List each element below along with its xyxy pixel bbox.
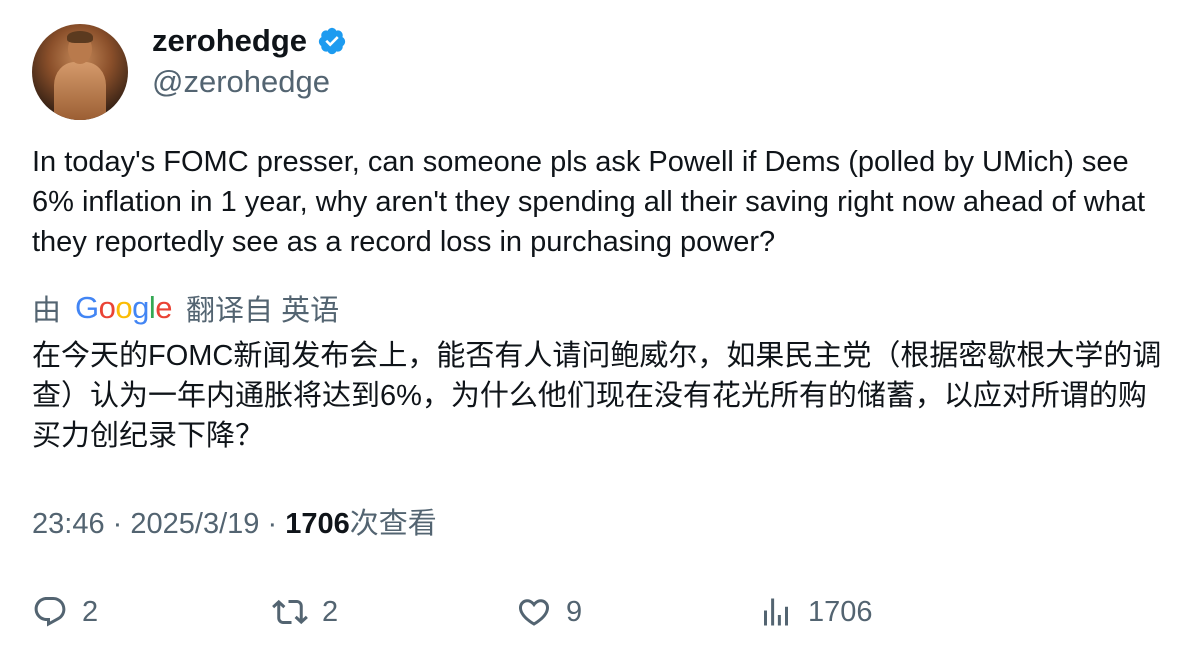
google-logo-letter: o bbox=[98, 290, 116, 325]
translated-text: 在今天的FOMC新闻发布会上，能否有人请问鲍威尔，如果民主党（根据密歇根大学的调… bbox=[32, 340, 1162, 452]
display-name[interactable]: zerohedge bbox=[152, 22, 307, 60]
reply-button[interactable]: 2 bbox=[32, 590, 98, 634]
tweet-meta: 23:46 · 2025/3/19 · 1706次查看 bbox=[32, 505, 437, 543]
heart-icon bbox=[518, 599, 550, 626]
meta-separator: · bbox=[112, 508, 123, 540]
tweet-date[interactable]: 2025/3/19 bbox=[130, 508, 259, 540]
retweet-icon bbox=[272, 599, 308, 625]
meta-separator: · bbox=[267, 508, 278, 540]
google-logo-letter: o bbox=[115, 290, 133, 325]
tweet-text: In today's FOMC presser, can someone pls… bbox=[32, 146, 1146, 258]
views-action-count: 1706 bbox=[808, 595, 873, 628]
verified-badge-icon bbox=[318, 27, 346, 55]
like-button[interactable]: 9 bbox=[516, 590, 582, 634]
views-count: 1706 bbox=[285, 508, 350, 540]
views-label: 次查看 bbox=[349, 508, 437, 540]
google-logo: Google bbox=[75, 290, 173, 326]
display-name-row[interactable]: zerohedge bbox=[152, 22, 347, 60]
reply-count: 2 bbox=[82, 595, 99, 628]
avatar-figure bbox=[54, 62, 106, 120]
google-logo-letter: G bbox=[75, 290, 99, 325]
views-button[interactable]: 1706 bbox=[758, 590, 873, 634]
translated-by-label: 由 bbox=[32, 295, 62, 327]
avatar[interactable] bbox=[32, 24, 128, 120]
tweet-time[interactable]: 23:46 bbox=[32, 508, 105, 540]
google-logo-letter: e bbox=[155, 290, 173, 325]
analytics-icon bbox=[764, 598, 788, 626]
translation-attribution: 由 Google 翻译自 英语 bbox=[32, 288, 339, 328]
translated-from-label: 翻译自 英语 bbox=[186, 295, 340, 327]
google-logo-letter: g bbox=[132, 290, 149, 325]
avatar-hair bbox=[67, 31, 93, 43]
like-count: 9 bbox=[566, 595, 583, 628]
action-bar: 2 2 9 1706 bbox=[32, 590, 1167, 634]
reply-icon bbox=[34, 597, 66, 627]
retweet-count: 2 bbox=[322, 595, 339, 628]
retweet-button[interactable]: 2 bbox=[272, 590, 338, 634]
user-handle[interactable]: @zerohedge bbox=[152, 63, 330, 101]
